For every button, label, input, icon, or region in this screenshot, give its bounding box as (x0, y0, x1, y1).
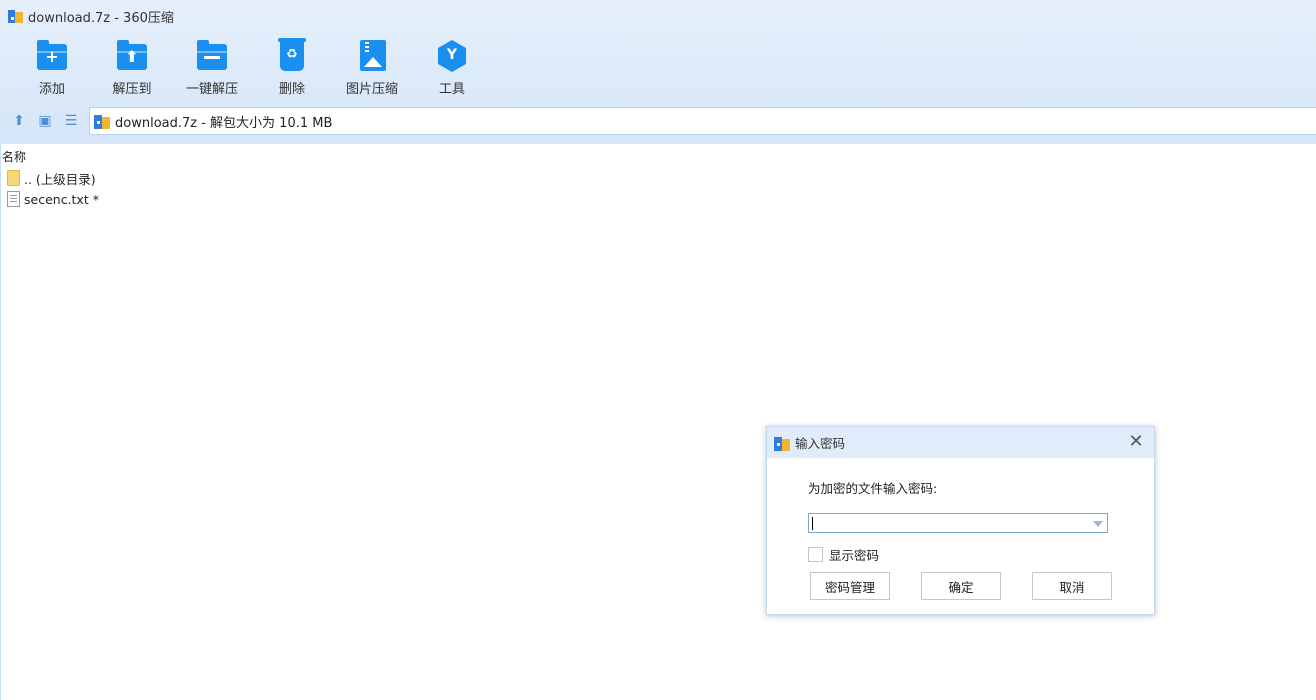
dialog-title-bar: 输入密码 ✕ (767, 427, 1154, 458)
list-item-label: .. (上级目录) (24, 171, 96, 187)
add-button[interactable]: + 添加 (12, 38, 92, 97)
show-password-label: 显示密码 (829, 548, 880, 563)
text-file-icon (7, 191, 20, 207)
tools-label: 工具 (438, 82, 465, 97)
password-input[interactable] (809, 514, 1085, 532)
title-bar: download.7z - 360压缩 (0, 0, 1316, 32)
list-item-parent[interactable]: .. (上级目录) (7, 168, 96, 188)
file-list: 名称 .. (上级目录) secenc.txt * (0, 144, 1316, 700)
window-title: download.7z - 360压缩 (28, 10, 174, 26)
column-header-name[interactable]: 名称 (2, 148, 26, 165)
close-icon[interactable]: ✕ (1126, 432, 1146, 452)
one-click-extract-label: 一键解压 (185, 82, 238, 97)
extract-to-label: 解压到 (112, 82, 152, 97)
dialog-title: 输入密码 (795, 436, 846, 451)
archive-icon (774, 435, 790, 451)
extract-to-icon: ⬆ (112, 38, 152, 72)
show-password-toggle[interactable]: 显示密码 (808, 545, 879, 564)
image-compress-label: 图片压缩 (345, 82, 398, 97)
delete-button[interactable]: ♻ 删除 (252, 38, 332, 97)
one-click-extract-button[interactable]: 一键解压 (172, 38, 252, 97)
delete-bin-icon: ♻ (272, 38, 312, 72)
address-bar[interactable]: download.7z - 解包大小为 10.1 MB (89, 107, 1316, 135)
chevron-down-icon[interactable] (1093, 521, 1103, 527)
add-folder-icon: + (32, 38, 72, 72)
password-dialog: 输入密码 ✕ 为加密的文件输入密码: 显示密码 密码管理 确定 取消 (766, 426, 1155, 615)
delete-label: 删除 (278, 82, 305, 97)
list-item-label: secenc.txt * (24, 191, 99, 207)
archive-icon (94, 113, 110, 129)
app-logo-icon (8, 9, 23, 24)
password-combo[interactable] (808, 513, 1108, 533)
list-item-file[interactable]: secenc.txt * (7, 189, 99, 209)
ok-button[interactable]: 确定 (921, 572, 1001, 600)
image-compress-button[interactable]: 图片压缩 (332, 38, 412, 97)
text-caret (812, 517, 813, 530)
up-arrow-icon[interactable]: ⬆ (10, 112, 28, 130)
cancel-button[interactable]: 取消 (1032, 572, 1112, 600)
show-password-checkbox[interactable] (808, 547, 823, 562)
toolbar: + 添加 ⬆ 解压到 一键解压 ♻ 删除 图片压缩 Y 工具 (12, 38, 492, 97)
dialog-prompt: 为加密的文件输入密码: (808, 481, 938, 496)
folder-icon (7, 170, 20, 186)
one-click-extract-icon (192, 38, 232, 72)
password-manage-button[interactable]: 密码管理 (810, 572, 890, 600)
tools-hex-icon: Y (432, 38, 472, 72)
add-button-label: 添加 (38, 82, 65, 97)
image-compress-icon (352, 38, 392, 72)
address-text: download.7z - 解包大小为 10.1 MB (115, 115, 333, 131)
extract-to-button[interactable]: ⬆ 解压到 (92, 38, 172, 97)
thumbnail-view-icon[interactable]: ▣ (36, 112, 54, 130)
tools-button[interactable]: Y 工具 (412, 38, 492, 97)
list-view-icon[interactable]: ☰ (62, 112, 80, 130)
header-area: download.7z - 360压缩 + 添加 ⬆ 解压到 一键解压 ♻ 删除… (0, 0, 1316, 144)
nav-buttons: ⬆ ▣ ☰ (10, 112, 80, 130)
